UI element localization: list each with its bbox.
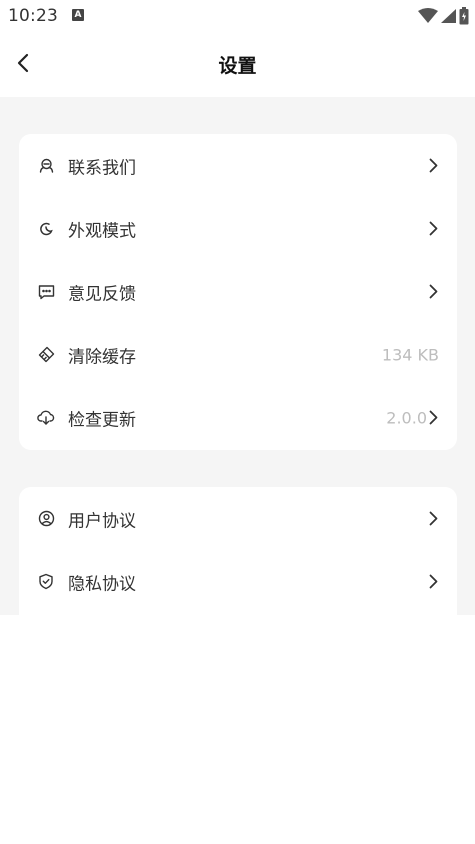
settings-content: 联系我们 外观模式 意见反馈 清除缓存 134 KB 检查更新 2.0.0 用户… xyxy=(0,97,475,615)
eraser-icon xyxy=(37,346,55,364)
message-icon xyxy=(37,283,55,301)
contact-us-row[interactable]: 联系我们 xyxy=(19,134,457,197)
cache-size-value: 134 KB xyxy=(381,345,439,364)
page-title: 设置 xyxy=(218,55,257,77)
clear-cache-row[interactable]: 清除缓存 134 KB xyxy=(19,323,457,386)
chevron-right-icon xyxy=(427,511,439,527)
row-label: 检查更新 xyxy=(68,410,136,430)
moon-icon xyxy=(37,220,55,238)
cloud-download-icon xyxy=(37,409,55,427)
chevron-right-icon xyxy=(427,158,439,174)
status-bar: 10:23 A xyxy=(0,0,475,33)
row-label: 意见反馈 xyxy=(68,284,136,304)
chevron-right-icon xyxy=(427,284,439,300)
shield-check-icon xyxy=(37,573,55,591)
header: 设置 xyxy=(0,33,475,97)
chevron-right-icon xyxy=(427,574,439,590)
privacy-agreement-row[interactable]: 隐私协议 xyxy=(19,550,457,613)
settings-card-general: 联系我们 外观模式 意见反馈 清除缓存 134 KB 检查更新 2.0.0 xyxy=(19,134,457,450)
row-label: 联系我们 xyxy=(68,158,136,178)
user-circle-icon xyxy=(37,510,55,528)
status-time: 10:23 xyxy=(8,6,58,26)
appearance-mode-row[interactable]: 外观模式 xyxy=(19,197,457,260)
signal-icon xyxy=(440,8,457,28)
chevron-right-icon xyxy=(427,221,439,237)
row-label: 清除缓存 xyxy=(68,347,136,367)
status-indicators xyxy=(418,7,469,29)
row-label: 用户协议 xyxy=(68,511,136,531)
chevron-right-icon xyxy=(427,410,439,426)
user-agreement-row[interactable]: 用户协议 xyxy=(19,487,457,550)
row-label: 隐私协议 xyxy=(68,574,136,594)
feedback-row[interactable]: 意见反馈 xyxy=(19,260,457,323)
notification-a-icon: A xyxy=(72,9,84,21)
check-update-row[interactable]: 检查更新 2.0.0 xyxy=(19,386,457,449)
battery-icon xyxy=(459,7,469,29)
settings-card-agreements: 用户协议 隐私协议 xyxy=(19,487,457,615)
row-label: 外观模式 xyxy=(68,221,136,241)
headset-icon xyxy=(37,157,55,175)
version-value: 2.0.0 xyxy=(386,408,427,427)
wifi-icon xyxy=(418,8,438,28)
